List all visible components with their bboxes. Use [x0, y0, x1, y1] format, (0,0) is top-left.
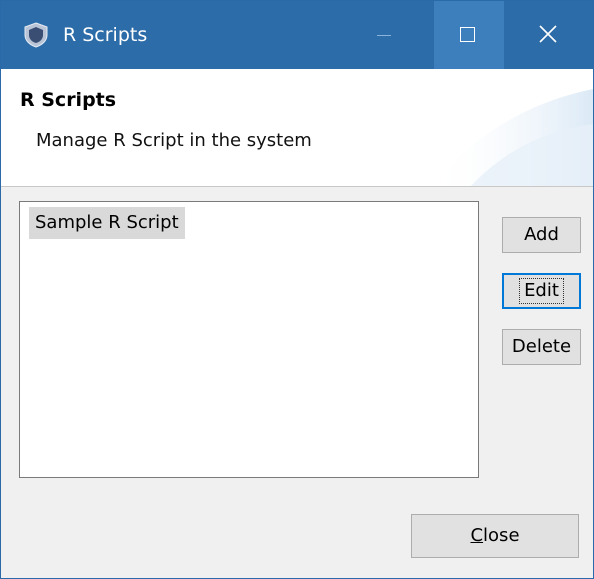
title-bar[interactable]: R Scripts	[1, 1, 593, 69]
close-icon	[539, 25, 557, 43]
scripts-listbox[interactable]: Sample R Script	[19, 201, 479, 478]
dialog-header: R Scripts Manage R Script in the system	[1, 69, 593, 187]
close-mnemonic: C	[470, 525, 484, 546]
minimize-button[interactable]	[353, 1, 415, 69]
add-button[interactable]: Add	[502, 217, 581, 253]
list-item[interactable]: Sample R Script	[29, 207, 185, 239]
dialog-window: R Scripts R Scripts Manage R Script in t…	[0, 0, 594, 579]
maximize-button[interactable]	[434, 1, 504, 69]
delete-button[interactable]: Delete	[502, 329, 581, 365]
shield-app-icon	[24, 22, 48, 48]
window-title: R Scripts	[63, 24, 148, 46]
minimize-icon	[377, 35, 391, 36]
close-label-rest: lose	[483, 525, 520, 546]
header-title: R Scripts	[20, 89, 117, 111]
edit-button-label: Edit	[519, 278, 564, 304]
edit-button[interactable]: Edit	[502, 273, 581, 309]
header-decoration	[431, 89, 593, 186]
close-window-button[interactable]	[504, 1, 593, 69]
maximize-icon	[460, 27, 475, 42]
close-button[interactable]: Close	[411, 514, 579, 558]
header-subtitle: Manage R Script in the system	[36, 130, 312, 151]
